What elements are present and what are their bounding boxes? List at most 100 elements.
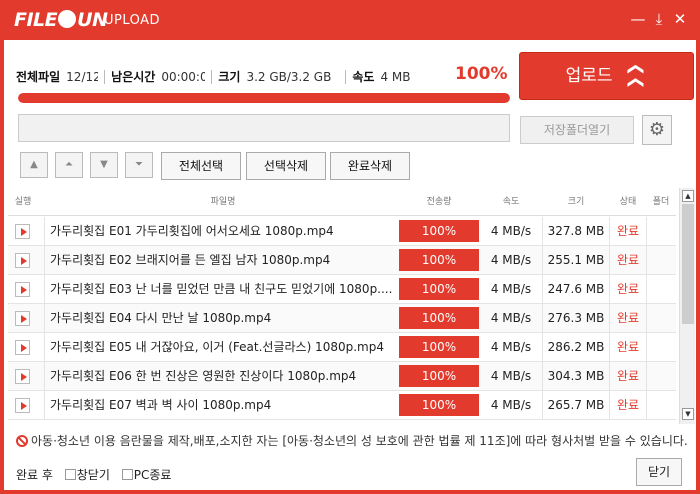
file-status: 완료 bbox=[616, 369, 640, 383]
file-speed: 4 MB/s bbox=[490, 282, 532, 296]
upload-button[interactable]: 업로드 ❯❯ bbox=[519, 52, 694, 100]
play-icon[interactable] bbox=[15, 340, 30, 355]
divider bbox=[646, 304, 647, 332]
delete-completed-button[interactable]: 완료삭제 bbox=[330, 152, 410, 180]
download-icon[interactable]: ⤓ bbox=[651, 10, 667, 28]
file-status: 완료 bbox=[616, 282, 640, 296]
col-status[interactable]: 상태 bbox=[610, 188, 646, 216]
gear-icon: ⚙ bbox=[648, 119, 666, 140]
table-row[interactable]: 가두리횟집 E02 브래지어를 든 엘집 남자 1080p.mp4 100% 4 M… bbox=[8, 246, 676, 275]
file-status: 완료 bbox=[616, 340, 640, 354]
scroll-up-icon[interactable]: ▲ bbox=[682, 190, 694, 202]
divider bbox=[646, 217, 647, 245]
divider bbox=[44, 304, 45, 332]
legal-warning: 아동·청소년 이용 음란물을 제작,배포,소지한 자는 [아동·청소년의 성 보… bbox=[16, 432, 688, 449]
file-name: 가두리횟집 E07 벽과 벽 사이 1080p.mp4 bbox=[50, 398, 272, 412]
prohibited-icon bbox=[16, 435, 28, 447]
file-speed: 4 MB/s bbox=[490, 369, 532, 383]
scroll-thumb[interactable] bbox=[682, 204, 694, 324]
table-row[interactable]: 가두리횟집 E06 한 번 진상은 영원한 진상이다 1080p.mp4 100%… bbox=[8, 362, 676, 391]
size-value: 3.2 GB/3.2 GB bbox=[246, 69, 332, 84]
vertical-scrollbar[interactable]: ▲ ▼ bbox=[679, 188, 695, 424]
total-percent: 100% bbox=[455, 64, 508, 84]
col-transfer[interactable]: 전송량 bbox=[399, 188, 479, 216]
close-window-option[interactable]: 창닫기 bbox=[64, 466, 110, 483]
close-icon[interactable]: ✕ bbox=[672, 10, 688, 28]
legal-warning-text: 아동·청소년 이용 음란물을 제작,배포,소지한 자는 [아동·청소년의 성 보… bbox=[31, 434, 688, 448]
pc-shutdown-checkbox[interactable] bbox=[121, 469, 133, 480]
speed-label: 속도 bbox=[352, 70, 375, 84]
divider bbox=[345, 69, 347, 84]
file-size: 255.1 MB bbox=[547, 253, 605, 267]
close-button[interactable]: 닫기 bbox=[636, 458, 682, 486]
total-files-label: 전체파일 bbox=[16, 70, 61, 84]
file-name: 가두리횟집 E05 내 거잖아요, 이거 (Feat.선글라스) 1080p.m… bbox=[50, 340, 384, 354]
file-size: 247.6 MB bbox=[547, 282, 605, 296]
delete-selected-button[interactable]: 선택삭제 bbox=[246, 152, 326, 180]
play-icon[interactable] bbox=[15, 253, 30, 268]
divider bbox=[646, 246, 647, 274]
divider bbox=[646, 391, 647, 419]
file-status: 완료 bbox=[616, 311, 640, 325]
move-down-button[interactable]: ▼ bbox=[90, 152, 118, 178]
play-icon[interactable] bbox=[15, 224, 30, 239]
table-row[interactable]: 가두리횟집 E03 난 너를 믿었던 만큼 내 친구도 믿었기에 1080p..… bbox=[8, 275, 676, 304]
uploader-window: FILE UN UPLOAD — ⤓ ✕ 전체파일 12/12 남은시간 00:00:0… bbox=[0, 0, 700, 494]
move-top-icon: ⏶ bbox=[65, 159, 73, 170]
divider bbox=[646, 362, 647, 390]
pc-shutdown-option[interactable]: PC종료 bbox=[121, 466, 172, 483]
pc-shutdown-label: PC종료 bbox=[133, 468, 172, 482]
col-speed[interactable]: 속도 bbox=[480, 188, 542, 216]
save-path-field[interactable] bbox=[18, 114, 510, 142]
file-name: 가두리횟집 E02 브래지어를 든 엘집 남자 1080p.mp4 bbox=[50, 253, 331, 267]
open-folder-button[interactable]: 저장폴더열기 bbox=[520, 116, 634, 144]
col-run[interactable]: 실행 bbox=[8, 188, 38, 216]
transfer-progress: 100% bbox=[399, 365, 479, 387]
move-up-button[interactable]: ▲ bbox=[20, 152, 48, 178]
scroll-down-icon[interactable]: ▼ bbox=[682, 408, 694, 420]
file-speed: 4 MB/s bbox=[490, 311, 532, 325]
file-speed: 4 MB/s bbox=[490, 340, 532, 354]
file-speed: 4 MB/s bbox=[490, 253, 532, 267]
play-icon[interactable] bbox=[15, 282, 30, 297]
total-progress-bar bbox=[18, 93, 510, 103]
size-label: 크기 bbox=[218, 70, 241, 84]
transfer-progress: 100% bbox=[399, 394, 479, 416]
file-size: 304.3 MB bbox=[547, 369, 605, 383]
move-bottom-icon: ⏷ bbox=[135, 159, 143, 170]
divider bbox=[646, 333, 647, 361]
table-row[interactable]: 가두리횟집 E01 가두리횟집에 어서오세요 1080p.mp4 100% 4 MB… bbox=[8, 217, 676, 246]
play-icon[interactable] bbox=[15, 369, 30, 384]
file-speed: 4 MB/s bbox=[490, 398, 532, 412]
window-subtitle: UPLOAD bbox=[104, 13, 161, 28]
after-complete-label: 완료 후 bbox=[16, 468, 53, 482]
total-files-value: 12/12 bbox=[66, 69, 99, 84]
move-top-button[interactable]: ⏶ bbox=[55, 152, 83, 178]
file-name: 가두리횟집 E01 가두리횟집에 어서오세요 1080p.mp4 bbox=[50, 224, 334, 238]
filesun-logo: FILE UN bbox=[14, 9, 108, 31]
select-all-button[interactable]: 전체선택 bbox=[161, 152, 241, 180]
file-size: 286.2 MB bbox=[547, 340, 605, 354]
col-folder[interactable]: 폴더 bbox=[647, 188, 675, 216]
close-window-checkbox[interactable] bbox=[64, 469, 76, 480]
move-bottom-button[interactable]: ⏷ bbox=[125, 152, 153, 178]
file-name: 가두리횟집 E03 난 너를 믿었던 만큼 내 친구도 믿었기에 1080p..… bbox=[50, 282, 393, 296]
col-filename[interactable]: 파일명 bbox=[48, 188, 398, 216]
file-table-header: 실행 파일명 전송량 속도 크기 상태 폴더 bbox=[8, 188, 676, 216]
table-row[interactable]: 가두리횟집 E07 벽과 벽 사이 1080p.mp4 100% 4 MB/s 265… bbox=[8, 391, 676, 420]
file-speed: 4 MB/s bbox=[490, 224, 532, 238]
play-icon[interactable] bbox=[15, 311, 30, 326]
sun-icon bbox=[58, 10, 77, 28]
table-row[interactable]: 가두리횟집 E04 다시 만난 날 1080p.mp4 100% 4 MB/s 276… bbox=[8, 304, 676, 333]
play-icon[interactable] bbox=[15, 398, 30, 413]
minimize-button[interactable]: — bbox=[630, 10, 646, 28]
transfer-progress: 100% bbox=[399, 278, 479, 300]
table-row[interactable]: 가두리횟집 E05 내 거잖아요, 이거 (Feat.선글라스) 1080p.m… bbox=[8, 333, 676, 362]
upload-button-label: 업로드 bbox=[565, 66, 613, 86]
settings-button[interactable]: ⚙ bbox=[642, 115, 672, 145]
file-size: 327.8 MB bbox=[547, 224, 605, 238]
divider bbox=[44, 362, 45, 390]
col-size[interactable]: 크기 bbox=[543, 188, 609, 216]
file-name: 가두리횟집 E06 한 번 진상은 영원한 진상이다 1080p.mp4 bbox=[50, 369, 357, 383]
remaining-time-value: 00:00:00 bbox=[161, 69, 206, 84]
